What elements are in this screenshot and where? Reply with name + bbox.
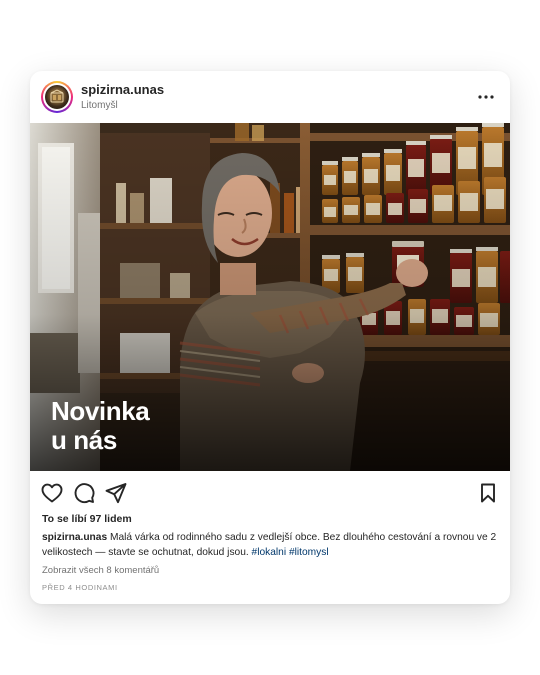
post-timestamp: PŘED 4 HODINAMI xyxy=(42,583,118,592)
post-card: spizirna.unas Litomyšl Novinka u nás To … xyxy=(30,71,510,604)
like-button[interactable] xyxy=(40,481,64,505)
avatar-ring-gap xyxy=(43,83,71,111)
more-icon xyxy=(478,95,494,99)
send-icon xyxy=(105,483,127,504)
post-photo[interactable]: Novinka u nás xyxy=(30,123,510,471)
avatar-image xyxy=(45,85,69,109)
comment-button[interactable] xyxy=(72,481,96,505)
page: spizirna.unas Litomyšl Novinka u nás To … xyxy=(0,0,540,675)
post-header: spizirna.unas Litomyšl xyxy=(30,71,510,123)
overlay-title-line2: u nás xyxy=(51,425,117,455)
more-options-button[interactable] xyxy=(476,87,496,107)
bookmark-icon xyxy=(481,483,495,503)
post-location[interactable]: Litomyšl xyxy=(81,100,118,111)
view-comments-link[interactable]: Zobrazit všech 8 komentářů xyxy=(42,565,159,576)
overlay-title-line1: Novinka xyxy=(51,396,150,426)
post-caption: spizirna.unas Malá várka od rodinného sa… xyxy=(42,531,498,560)
avatar[interactable] xyxy=(41,81,73,113)
post-actions xyxy=(30,481,510,507)
post-overlay-title: Novinka u nás xyxy=(51,396,150,455)
hashtag-lokalni[interactable]: #lokalni xyxy=(252,547,287,558)
heart-icon xyxy=(41,483,63,503)
comment-icon xyxy=(74,483,95,504)
hashtag-litomysl[interactable]: #litomysl xyxy=(289,547,329,558)
post-username[interactable]: spizirna.unas xyxy=(81,82,164,97)
save-button[interactable] xyxy=(476,481,500,505)
likes-count[interactable]: To se líbí 97 lidem xyxy=(42,513,132,525)
share-button[interactable] xyxy=(104,481,128,505)
avatar-logo-icon xyxy=(50,89,64,103)
caption-username[interactable]: spizirna.unas xyxy=(42,532,107,543)
